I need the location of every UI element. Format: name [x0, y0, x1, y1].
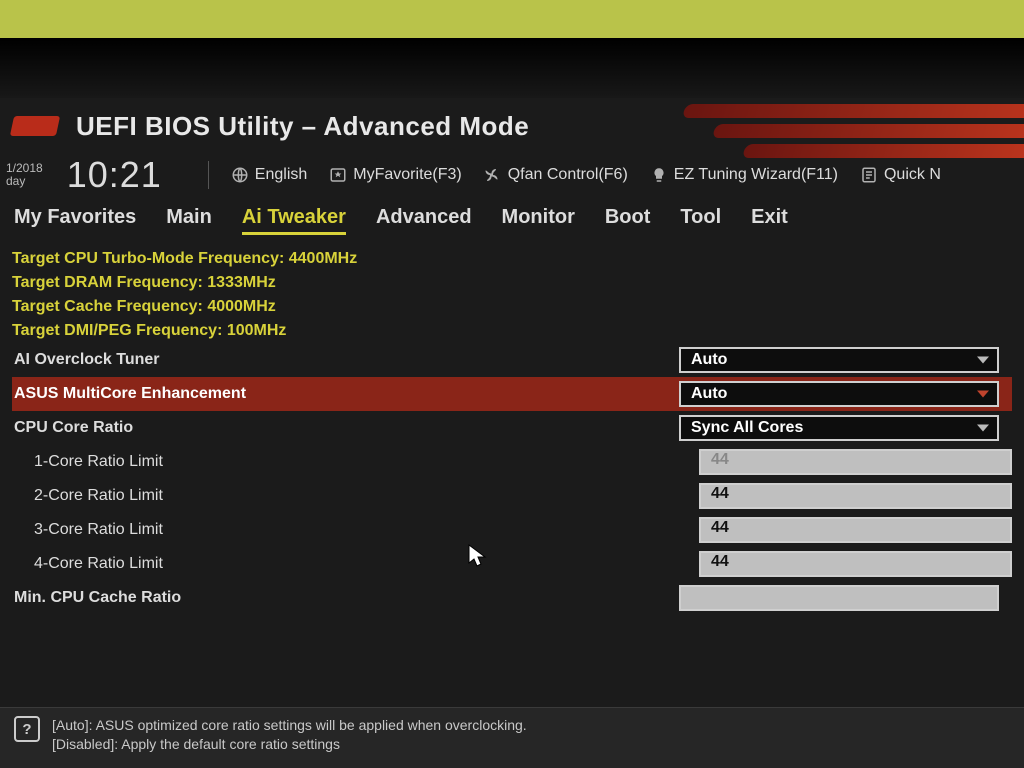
globe-icon — [231, 166, 249, 184]
tab-advanced[interactable]: Advanced — [376, 206, 472, 235]
row-ai-overclock[interactable]: AI Overclock Tuner Auto — [12, 343, 1012, 377]
target-dmi: Target DMI/PEG Frequency: 100MHz — [12, 319, 1012, 343]
row-min-cache[interactable]: Min. CPU Cache Ratio — [12, 581, 1012, 615]
input-core2[interactable]: 44 — [699, 483, 1012, 509]
tab-tool[interactable]: Tool — [680, 206, 721, 235]
tab-boot[interactable]: Boot — [605, 206, 651, 235]
star-box-icon — [329, 166, 347, 184]
row-core1[interactable]: 1-Core Ratio Limit 44 — [12, 445, 1012, 479]
label-core-ratio: CPU Core Ratio — [12, 419, 679, 437]
bulb-icon — [650, 166, 668, 184]
help-icon: ? — [14, 716, 40, 742]
tab-monitor[interactable]: Monitor — [502, 206, 575, 235]
title-bar: UEFI BIOS Utility – Advanced Mode — [0, 98, 1024, 150]
select-core-ratio[interactable]: Sync All Cores — [679, 415, 999, 441]
clock-time: 10:21 — [67, 154, 162, 196]
help-text: [Auto]: ASUS optimized core ratio settin… — [52, 716, 527, 754]
language-button[interactable]: English — [231, 166, 307, 184]
tab-main[interactable]: Main — [166, 206, 212, 235]
tab-aitweaker[interactable]: Ai Tweaker — [242, 206, 346, 235]
myfavorite-button[interactable]: MyFavorite(F3) — [329, 166, 461, 184]
tab-exit[interactable]: Exit — [751, 206, 788, 235]
input-core4[interactable]: 44 — [699, 551, 1012, 577]
date-label: 1/2018 day — [6, 162, 43, 188]
label-multicore: ASUS MultiCore Enhancement — [12, 385, 679, 403]
target-cache: Target Cache Frequency: 4000MHz — [12, 295, 1012, 319]
main-tabs: My Favorites Main Ai Tweaker Advanced Mo… — [0, 202, 1024, 243]
label-core4: 4-Core Ratio Limit — [12, 555, 699, 573]
input-core3[interactable]: 44 — [699, 517, 1012, 543]
help-footer: ? [Auto]: ASUS optimized core ratio sett… — [0, 707, 1024, 768]
label-core2: 2-Core Ratio Limit — [12, 487, 699, 505]
target-dram: Target DRAM Frequency: 1333MHz — [12, 271, 1012, 295]
quicknote-button[interactable]: Quick N — [860, 166, 941, 184]
photo-frame: UEFI BIOS Utility – Advanced Mode 1/2018… — [0, 0, 1024, 768]
monitor-bezel — [0, 38, 1024, 98]
fan-icon — [484, 166, 502, 184]
row-core2[interactable]: 2-Core Ratio Limit 44 — [12, 479, 1012, 513]
settings-panel: Target CPU Turbo-Mode Frequency: 4400MHz… — [0, 243, 1024, 615]
top-toolbar: 1/2018 day 10:21 English MyFavorite(F3) — [0, 150, 1024, 202]
page-title: UEFI BIOS Utility – Advanced Mode — [76, 111, 529, 142]
input-core1[interactable]: 44 — [699, 449, 1012, 475]
row-core3[interactable]: 3-Core Ratio Limit 44 — [12, 513, 1012, 547]
note-icon — [860, 166, 878, 184]
tab-favorites[interactable]: My Favorites — [14, 206, 136, 235]
bios-screen: UEFI BIOS Utility – Advanced Mode 1/2018… — [0, 98, 1024, 768]
ez-tuning-button[interactable]: EZ Tuning Wizard(F11) — [650, 166, 838, 184]
row-core-ratio[interactable]: CPU Core Ratio Sync All Cores — [12, 411, 1012, 445]
label-core3: 3-Core Ratio Limit — [12, 521, 699, 539]
label-core1: 1-Core Ratio Limit — [12, 453, 699, 471]
row-core4[interactable]: 4-Core Ratio Limit 44 — [12, 547, 1012, 581]
select-ai-overclock[interactable]: Auto — [679, 347, 999, 373]
select-multicore[interactable]: Auto — [679, 381, 999, 407]
label-ai-overclock: AI Overclock Tuner — [12, 351, 679, 369]
asus-logo-icon — [10, 116, 60, 136]
target-cpu-turbo: Target CPU Turbo-Mode Frequency: 4400MHz — [12, 247, 1012, 271]
row-multicore[interactable]: ASUS MultiCore Enhancement Auto — [12, 377, 1012, 411]
label-min-cache: Min. CPU Cache Ratio — [12, 589, 679, 607]
input-min-cache[interactable] — [679, 585, 999, 611]
qfan-button[interactable]: Qfan Control(F6) — [484, 166, 628, 184]
